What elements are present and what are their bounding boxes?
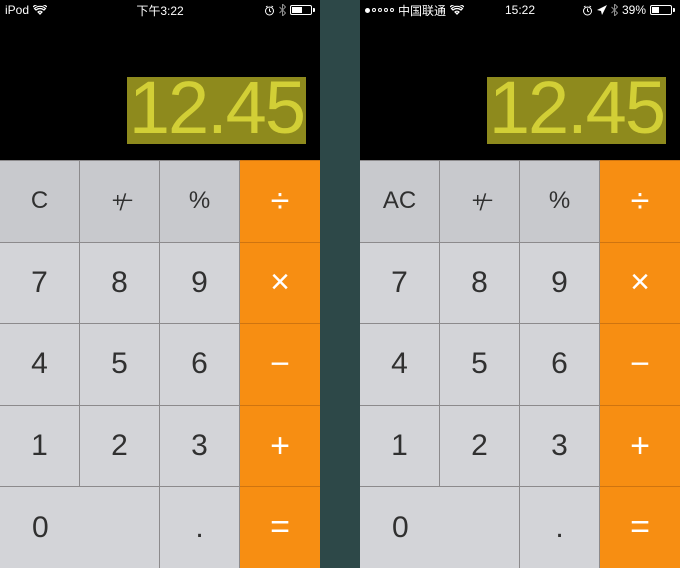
digit-0-button[interactable]: 0	[0, 486, 160, 568]
digit-9-button[interactable]: 9	[160, 242, 240, 324]
divide-button[interactable]: ÷	[600, 160, 680, 242]
calculator-display: 12.45	[360, 20, 680, 160]
percent-button[interactable]: %	[160, 160, 240, 242]
digit-4-button[interactable]: 4	[360, 323, 440, 405]
status-time: 下午3:22	[136, 2, 183, 19]
display-value: 12.45	[487, 77, 666, 144]
digit-5-button[interactable]: 5	[440, 323, 520, 405]
multiply-button[interactable]: ×	[600, 242, 680, 324]
digit-3-button[interactable]: 3	[160, 405, 240, 487]
alarm-icon	[582, 5, 593, 16]
plus-button[interactable]: +	[240, 405, 320, 487]
digit-6-button[interactable]: 6	[160, 323, 240, 405]
digit-7-button[interactable]: 7	[0, 242, 80, 324]
digit-9-button[interactable]: 9	[520, 242, 600, 324]
calculator-keypad: C +/− % ÷ 7 8 9 × 4 5 6 − 1 2 3 + 0 . =	[0, 160, 320, 568]
digit-2-button[interactable]: 2	[440, 405, 520, 487]
divide-button[interactable]: ÷	[240, 160, 320, 242]
wifi-icon	[33, 5, 47, 15]
battery-icon	[650, 5, 675, 15]
decimal-button[interactable]: .	[160, 486, 240, 568]
calculator-display: 12.45	[0, 20, 320, 160]
digit-8-button[interactable]: 8	[80, 242, 160, 324]
digit-1-button[interactable]: 1	[360, 405, 440, 487]
digit-5-button[interactable]: 5	[80, 323, 160, 405]
clear-button[interactable]: C	[0, 160, 80, 242]
separator	[320, 0, 360, 568]
digit-4-button[interactable]: 4	[0, 323, 80, 405]
plus-minus-button[interactable]: +/−	[440, 160, 520, 242]
clear-button[interactable]: AC	[360, 160, 440, 242]
digit-7-button[interactable]: 7	[360, 242, 440, 324]
equals-button[interactable]: =	[240, 486, 320, 568]
alarm-icon	[264, 5, 275, 16]
location-icon	[597, 5, 607, 15]
screenshot-pair: iPod 下午3:22 12.45 C	[0, 0, 680, 568]
digit-2-button[interactable]: 2	[80, 405, 160, 487]
calculator-keypad: AC +/− % ÷ 7 8 9 × 4 5 6 − 1 2 3 + 0 . =	[360, 160, 680, 568]
battery-fill	[292, 7, 302, 13]
signal-dots-icon	[365, 8, 394, 13]
bluetooth-icon	[279, 4, 286, 16]
digit-6-button[interactable]: 6	[520, 323, 600, 405]
phone-left: iPod 下午3:22 12.45 C	[0, 0, 320, 568]
digit-0-button[interactable]: 0	[360, 486, 520, 568]
plus-button[interactable]: +	[600, 405, 680, 487]
battery-icon	[290, 5, 315, 15]
digit-1-button[interactable]: 1	[0, 405, 80, 487]
decimal-button[interactable]: .	[520, 486, 600, 568]
minus-button[interactable]: −	[600, 323, 680, 405]
percent-button[interactable]: %	[520, 160, 600, 242]
phone-right: 中国联通 15:22 39%	[360, 0, 680, 568]
plus-minus-button[interactable]: +/−	[80, 160, 160, 242]
minus-button[interactable]: −	[240, 323, 320, 405]
multiply-button[interactable]: ×	[240, 242, 320, 324]
status-bar: iPod 下午3:22	[0, 0, 320, 20]
wifi-icon	[450, 5, 464, 15]
carrier-label: 中国联通	[398, 2, 446, 19]
display-value: 12.45	[127, 77, 306, 144]
equals-button[interactable]: =	[600, 486, 680, 568]
digit-3-button[interactable]: 3	[520, 405, 600, 487]
battery-percent-label: 39%	[622, 3, 646, 17]
battery-fill	[652, 7, 659, 13]
device-label: iPod	[5, 3, 29, 17]
digit-8-button[interactable]: 8	[440, 242, 520, 324]
status-time: 15:22	[505, 3, 535, 17]
status-bar: 中国联通 15:22 39%	[360, 0, 680, 20]
bluetooth-icon	[611, 4, 618, 16]
